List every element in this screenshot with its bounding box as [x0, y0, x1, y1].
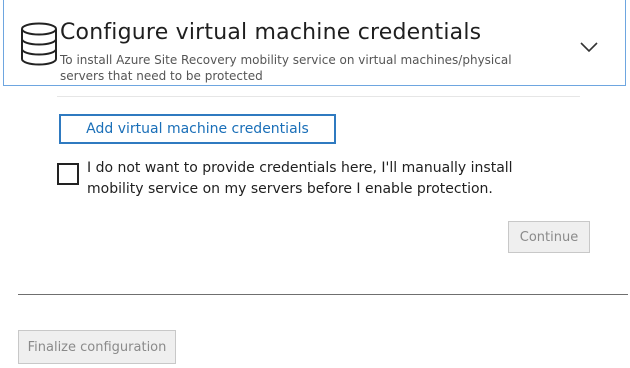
- divider: [18, 294, 628, 295]
- configure-credentials-section-header[interactable]: Configure virtual machine credentials To…: [3, 0, 626, 86]
- database-icon: [21, 22, 57, 66]
- page-title: Configure virtual machine credentials: [60, 20, 482, 45]
- continue-button[interactable]: Continue: [508, 221, 590, 253]
- chevron-down-icon[interactable]: [580, 41, 598, 53]
- manual-install-checkbox-label[interactable]: I do not want to provide credentials her…: [87, 158, 557, 200]
- add-vm-credentials-button[interactable]: Add virtual machine credentials: [59, 114, 336, 144]
- divider: [57, 96, 580, 97]
- section-subtitle: To install Azure Site Recovery mobility …: [60, 53, 512, 83]
- manual-install-checkbox[interactable]: [57, 163, 79, 185]
- finalize-configuration-button[interactable]: Finalize configuration: [18, 330, 176, 364]
